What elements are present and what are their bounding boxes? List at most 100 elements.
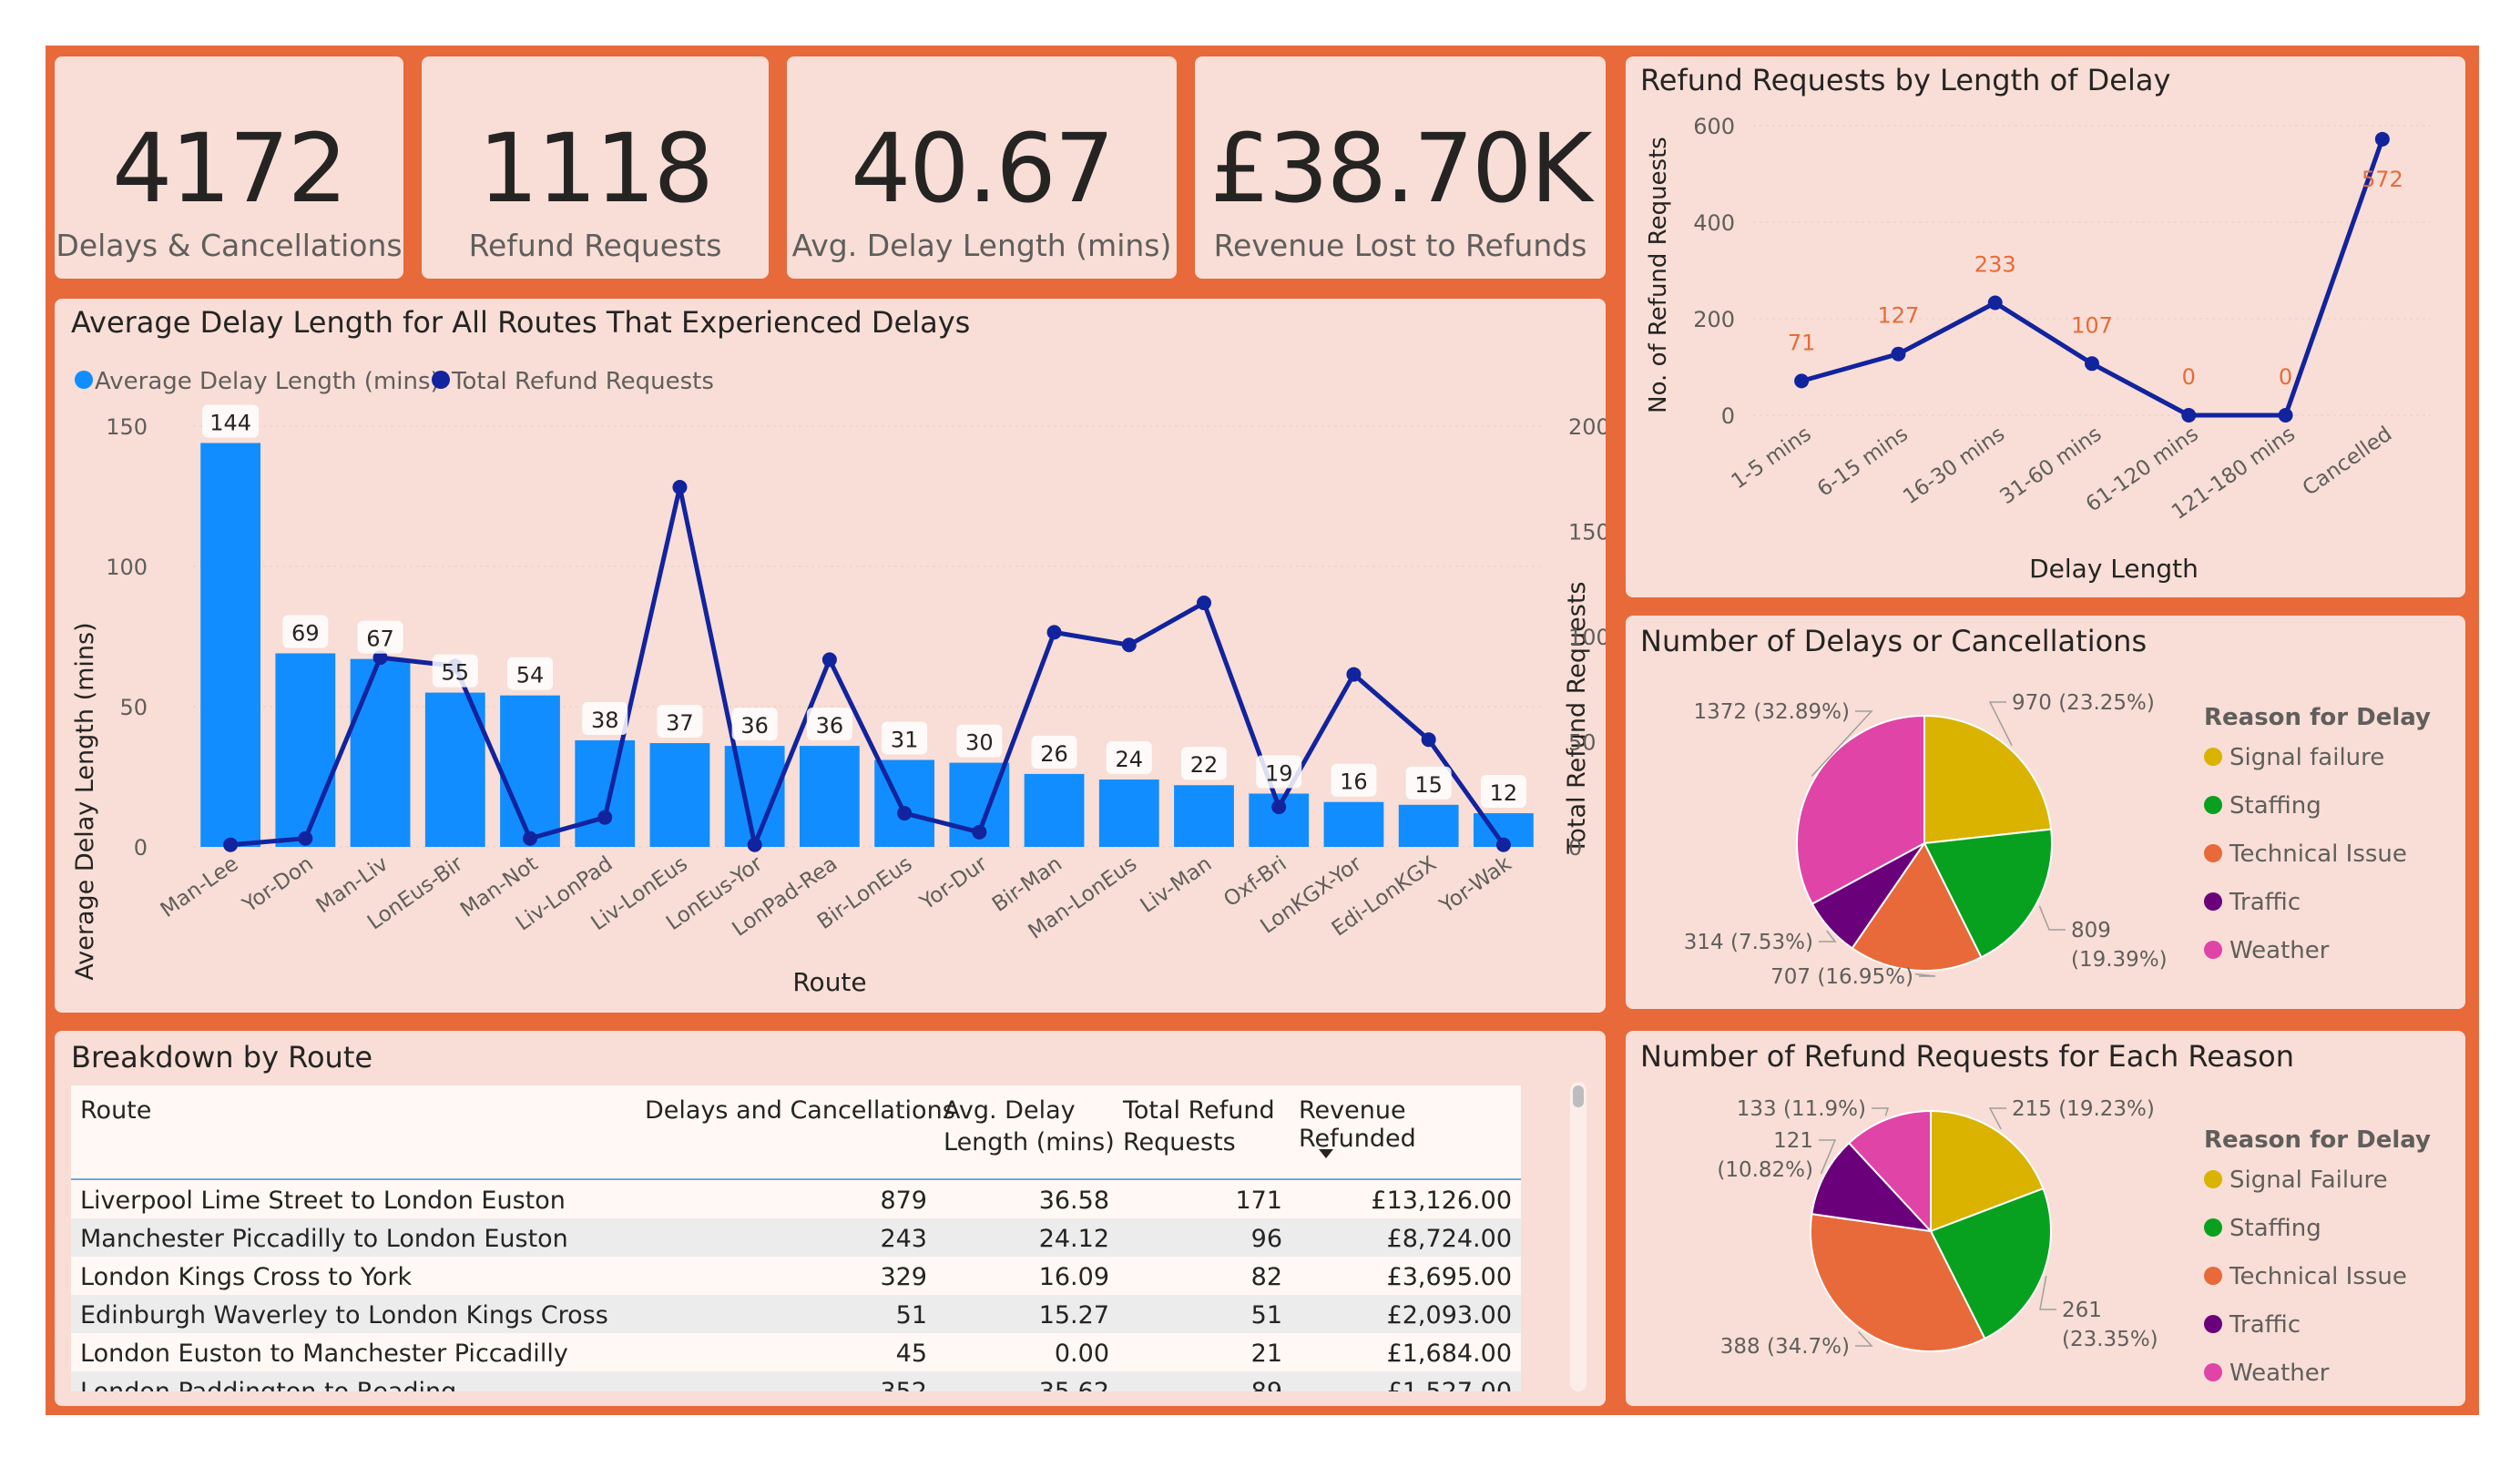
legend-marker: [2204, 844, 2222, 862]
route-delay-chart-card[interactable]: Average Delay Length for All Routes That…: [55, 299, 1606, 1013]
chart-title: Number of Delays or Cancellations: [1640, 624, 2147, 658]
data-label: 37: [666, 710, 694, 736]
line-point[interactable]: [2181, 408, 2197, 423]
table-row[interactable]: Liverpool Lime Street to London Euston 87…: [71, 1180, 1521, 1218]
bar[interactable]: [1174, 785, 1234, 847]
line-point[interactable]: [2278, 408, 2293, 423]
bar[interactable]: [500, 695, 560, 847]
delays-pie-chart[interactable]: Number of Delays or Cancellations 970 (2…: [1626, 616, 2465, 1009]
table-row[interactable]: Edinburgh Waverley to London Kings Cross…: [71, 1295, 1521, 1333]
kpi-card-avg-delay[interactable]: 40.67 Avg. Delay Length (mins): [787, 56, 1177, 279]
header-refund-2[interactable]: Requests: [1123, 1128, 1236, 1156]
line-point[interactable]: [2374, 131, 2390, 147]
legend-item[interactable]: Technical Issue: [2229, 1263, 2407, 1290]
line-point[interactable]: [223, 837, 239, 852]
slice-label: 707 (16.95%): [1770, 965, 1913, 989]
scrollbar-thumb[interactable]: [1573, 1085, 1584, 1107]
delay-length-chart[interactable]: Refund Requests by Length of Delay No. o…: [1626, 56, 2465, 597]
kpi-card-revenue-lost[interactable]: £38.70K Revenue Lost to Refunds: [1195, 56, 1606, 279]
header-avg-delay-1[interactable]: Avg. Delay: [944, 1096, 1076, 1125]
data-label: 24: [1116, 747, 1144, 772]
header-avg-delay-2[interactable]: Length (mins): [944, 1128, 1115, 1156]
line-point[interactable]: [972, 824, 987, 840]
table-row[interactable]: London Kings Cross to York 329 16.09 82 £3,6…: [71, 1257, 1521, 1295]
legend-item[interactable]: Weather: [2229, 1360, 2330, 1387]
line-point[interactable]: [1987, 295, 2003, 311]
legend-item-line[interactable]: Total Refund Requests: [451, 368, 714, 395]
line-point[interactable]: [1121, 637, 1137, 653]
cell-route: Manchester Piccadilly to London Euston: [80, 1225, 568, 1253]
y2-tick-label: 50: [1568, 730, 1597, 756]
slice-label: 1372 (32.89%): [1694, 700, 1851, 724]
slice-label: 121: [1773, 1129, 1813, 1153]
bar[interactable]: [350, 658, 411, 847]
line-point[interactable]: [597, 810, 613, 825]
line-point[interactable]: [1891, 346, 1906, 362]
x-tick-label: 16-30 mins: [1899, 423, 2009, 510]
line-point[interactable]: [1046, 625, 1062, 640]
header-route[interactable]: Route: [80, 1096, 151, 1125]
line-point[interactable]: [1271, 800, 1287, 815]
bar[interactable]: [200, 443, 260, 847]
bar[interactable]: [649, 743, 710, 847]
cell-value: 35.62: [1039, 1378, 1109, 1391]
y2-tick-label: 100: [1568, 625, 1606, 650]
route-breakdown-card[interactable]: Breakdown by Route Route Delays and Canc…: [55, 1031, 1606, 1406]
bar[interactable]: [1098, 779, 1159, 847]
legend-item[interactable]: Signal Failure: [2229, 1167, 2388, 1194]
delay-length-chart-card[interactable]: Refund Requests by Length of Delay No. o…: [1626, 56, 2465, 597]
table-scrollbar[interactable]: [1570, 1082, 1586, 1391]
header-revenue[interactable]: Revenue Refunded: [1299, 1096, 1521, 1153]
kpi-card-delays[interactable]: 4172 Delays & Cancellations: [55, 56, 403, 279]
legend-item[interactable]: Traffic: [2229, 1311, 2301, 1339]
sort-desc-icon[interactable]: [1319, 1149, 1333, 1158]
delays-pie-card[interactable]: Number of Delays or Cancellations 970 (2…: [1626, 616, 2465, 1009]
line-point[interactable]: [897, 806, 913, 821]
slice-label: 970 (23.25%): [2012, 691, 2155, 715]
line-point[interactable]: [2085, 356, 2099, 372]
route-table[interactable]: Route Delays and Cancellations Avg. Dela…: [71, 1085, 1521, 1391]
legend-item[interactable]: Technical Issue: [2229, 841, 2407, 868]
x-axis-label: Delay Length: [2029, 554, 2199, 584]
legend-item-bar[interactable]: Average Delay Length (mins): [95, 368, 440, 395]
line-point[interactable]: [1346, 667, 1362, 682]
y-tick-label: 0: [1721, 403, 1735, 429]
line-point[interactable]: [1794, 373, 1810, 389]
line-point[interactable]: [821, 652, 837, 667]
route-delay-chart[interactable]: Average Delay Length for All Routes That…: [55, 299, 1606, 1013]
refunds-pie-chart[interactable]: Number of Refund Requests for Each Reaso…: [1626, 1031, 2465, 1406]
bar[interactable]: [1024, 773, 1085, 847]
table-row[interactable]: London Paddington to Reading 352 35.62 89 £1…: [71, 1371, 1521, 1391]
cell-value: £1,527.00: [1387, 1378, 1512, 1391]
cell-value: 89: [1251, 1378, 1282, 1391]
legend-item[interactable]: Weather: [2229, 937, 2330, 964]
bar[interactable]: [1398, 804, 1459, 847]
table-row[interactable]: Manchester Piccadilly to London Euston 24…: [71, 1218, 1521, 1257]
line-point[interactable]: [747, 837, 762, 852]
line-point[interactable]: [672, 479, 688, 494]
bar[interactable]: [1323, 801, 1384, 847]
legend-item[interactable]: Staffing: [2229, 1215, 2321, 1242]
bar[interactable]: [275, 653, 336, 847]
leader-line: [1914, 973, 1936, 977]
legend-item[interactable]: Staffing: [2229, 792, 2321, 820]
legend-item[interactable]: Traffic: [2229, 889, 2301, 916]
line-point[interactable]: [1197, 596, 1211, 611]
kpi-card-refunds[interactable]: 1118 Refund Requests: [422, 56, 769, 279]
line-point[interactable]: [298, 830, 313, 846]
bar[interactable]: [800, 746, 860, 847]
line-point[interactable]: [1421, 732, 1436, 748]
header-refund-1[interactable]: Total Refund: [1123, 1096, 1275, 1125]
x-tick-label: Yor-Wak: [1435, 851, 1516, 918]
cell-value: £2,093.00: [1386, 1301, 1512, 1330]
header-delays[interactable]: Delays and Cancellations: [645, 1096, 955, 1125]
line-point[interactable]: [523, 830, 537, 846]
legend-item[interactable]: Signal failure: [2229, 744, 2384, 771]
refunds-pie-card[interactable]: Number of Refund Requests for Each Reaso…: [1626, 1031, 2465, 1406]
table-row[interactable]: London Euston to Manchester Piccadilly 45…: [71, 1333, 1521, 1371]
slice-label-pct: (19.39%): [2071, 948, 2168, 972]
data-label: 0: [2182, 364, 2196, 390]
pie-slice[interactable]: [1923, 714, 2053, 845]
line-point[interactable]: [1495, 837, 1511, 852]
bar[interactable]: [575, 739, 636, 847]
